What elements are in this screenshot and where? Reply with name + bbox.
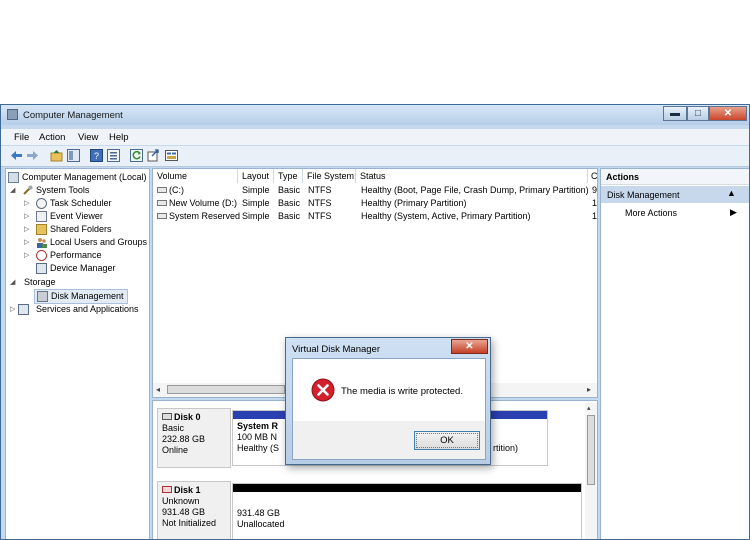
dialog-close-button[interactable]: ✕: [451, 339, 488, 354]
back-icon[interactable]: [10, 149, 23, 162]
computer-management-window: Computer Management ▬ □ ✕ File Action Vi…: [0, 104, 750, 540]
tree-item-disk-management[interactable]: Disk Management: [34, 289, 128, 304]
toolbar: ?: [1, 146, 749, 167]
expand-arrow-icon[interactable]: ▷: [24, 223, 29, 236]
vertical-scrollbar[interactable]: ▴: [585, 403, 597, 539]
dialog-body: The media is write protected. OK: [292, 358, 486, 460]
actions-pane: Actions Disk Management ▲ More Actions ▶: [600, 168, 749, 539]
tools-icon: [22, 185, 33, 196]
services-icon: [18, 304, 29, 315]
volume-icon: [157, 213, 167, 219]
navigation-tree: Computer Management (Local) ◢ System Too…: [5, 168, 150, 539]
scroll-left-icon[interactable]: ◂: [156, 385, 160, 394]
column-header-volume[interactable]: Volume: [153, 169, 238, 183]
dialog-message: The media is write protected.: [341, 386, 463, 397]
disk-1-header[interactable]: Disk 1 Unknown 931.48 GB Not Initialized: [157, 481, 231, 539]
volume-icon: [157, 187, 167, 193]
menu-bar: File Action View Help: [1, 129, 749, 145]
title-bar[interactable]: Computer Management ▬ □ ✕: [1, 105, 749, 125]
up-icon[interactable]: [50, 149, 63, 162]
computer-management-icon: [7, 109, 18, 120]
svg-text:?: ?: [94, 151, 99, 161]
expand-arrow-icon[interactable]: ▷: [24, 210, 29, 223]
more-actions-item[interactable]: More Actions ▶: [601, 205, 749, 220]
scrollbar-thumb[interactable]: [587, 415, 595, 485]
expand-arrow-icon[interactable]: ▷: [24, 236, 29, 249]
performance-icon: [36, 250, 47, 261]
maximize-button[interactable]: □: [687, 106, 709, 121]
ok-button[interactable]: OK: [414, 431, 480, 450]
partition-unallocated[interactable]: 931.48 GB Unallocated: [232, 483, 582, 539]
error-icon: [311, 378, 335, 402]
minimize-button[interactable]: ▬: [663, 106, 687, 121]
column-header-capacity[interactable]: C: [588, 169, 597, 183]
disk-error-icon: [162, 486, 172, 493]
column-header-layout[interactable]: Layout: [238, 169, 274, 183]
partition-d[interactable]: rtition): [490, 410, 548, 466]
forward-icon[interactable]: [26, 149, 39, 162]
volume-icon: [157, 200, 167, 206]
disk-management-icon: [37, 291, 48, 302]
disk-icon: [162, 413, 172, 420]
users-icon: [36, 237, 47, 248]
console-icon[interactable]: [165, 149, 178, 162]
collapse-up-icon[interactable]: ▲: [727, 188, 736, 198]
close-button[interactable]: ✕: [709, 106, 747, 121]
device-manager-icon: [36, 263, 47, 274]
export-icon[interactable]: [147, 149, 160, 162]
menu-file[interactable]: File: [14, 132, 29, 143]
expand-arrow-icon[interactable]: ▷: [24, 249, 29, 262]
column-header-status[interactable]: Status: [356, 169, 588, 183]
refresh-icon[interactable]: [130, 149, 143, 162]
actions-section-disk-management[interactable]: Disk Management ▲: [601, 186, 749, 203]
column-header-file-system[interactable]: File System: [303, 169, 356, 183]
help-icon[interactable]: ?: [90, 149, 103, 162]
expand-arrow-icon[interactable]: ▷: [24, 197, 29, 210]
virtual-disk-manager-dialog: Virtual Disk Manager ✕ The media is writ…: [285, 337, 491, 465]
menu-view[interactable]: View: [78, 132, 98, 143]
dialog-footer: OK: [293, 421, 485, 459]
window-title: Computer Management: [23, 110, 123, 121]
properties-icon[interactable]: [107, 149, 120, 162]
scroll-right-icon[interactable]: ▸: [587, 385, 591, 394]
shared-folder-icon: [36, 224, 47, 235]
menu-action[interactable]: Action: [39, 132, 65, 143]
scrollbar-thumb[interactable]: [167, 385, 285, 394]
column-header-type[interactable]: Type: [274, 169, 303, 183]
menu-help[interactable]: Help: [109, 132, 129, 143]
show-hide-tree-icon[interactable]: [67, 149, 80, 162]
actions-header: Actions: [601, 169, 749, 185]
scroll-up-icon[interactable]: ▴: [587, 404, 591, 412]
collapse-arrow-icon[interactable]: ◢: [10, 276, 15, 289]
partition-system-reserved[interactable]: System R 100 MB N Healthy (S: [232, 410, 288, 466]
dialog-title: Virtual Disk Manager: [292, 344, 381, 355]
computer-icon: [8, 172, 19, 183]
expand-arrow-icon[interactable]: ▷: [10, 303, 15, 316]
clock-icon: [36, 198, 47, 209]
collapse-arrow-icon[interactable]: ◢: [10, 184, 15, 197]
submenu-arrow-icon: ▶: [730, 207, 737, 217]
disk-0-header[interactable]: Disk 0 Basic 232.88 GB Online: [157, 408, 231, 468]
event-viewer-icon: [36, 211, 47, 222]
